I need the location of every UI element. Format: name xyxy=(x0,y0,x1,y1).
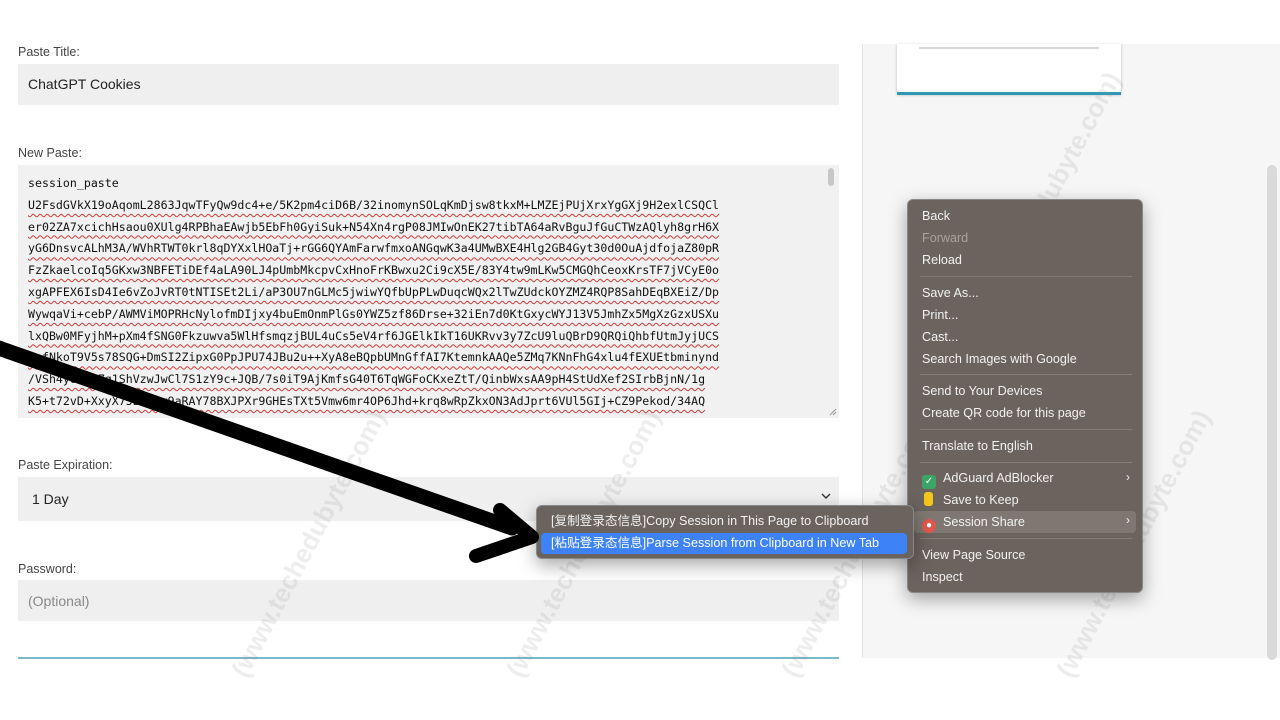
password-input[interactable]: (Optional) xyxy=(18,580,839,621)
menu-item-print[interactable]: Print... xyxy=(922,305,958,325)
menu-item-save-keep[interactable]: Save to Keep xyxy=(922,490,1019,510)
menu-item-copy-session[interactable]: [复制登录态信息]Copy Session in This Page to Cl… xyxy=(551,511,869,531)
menu-item-adguard[interactable]: ✓ AdGuard AdBlocker xyxy=(922,468,1054,489)
paste-title-input[interactable]: ChatGPT Cookies xyxy=(18,64,839,105)
menu-item-reload[interactable]: Reload xyxy=(922,250,962,270)
password-label: Password: xyxy=(18,562,77,576)
resize-handle-icon[interactable] xyxy=(829,408,837,416)
new-paste-label: New Paste: xyxy=(18,146,82,160)
menu-item-send-devices[interactable]: Send to Your Devices xyxy=(922,381,1042,401)
context-menu: Back Forward Reload Save As... Print... … xyxy=(907,199,1143,593)
watermark-text: (www.techedubyte.com) xyxy=(225,404,392,683)
page-scrollbar[interactable] xyxy=(1267,165,1277,660)
paste-title-label: Paste Title: xyxy=(18,45,80,59)
menu-item-cast[interactable]: Cast... xyxy=(922,327,958,347)
paste-line: WywqaVi+cebP/AWMViMOPRHcNylofmDIjxy4buEm… xyxy=(28,306,720,321)
session-share-label: Session Share xyxy=(943,515,1025,529)
paste-line: session_paste xyxy=(28,176,119,190)
scrollbar-thumb[interactable] xyxy=(828,168,834,186)
menu-item-session-share[interactable]: ● Session Share xyxy=(922,512,1025,533)
textarea-scrollbar[interactable] xyxy=(827,166,835,416)
chevron-right-icon: › xyxy=(1126,470,1130,484)
new-paste-textarea[interactable]: session_paste U2FsdGVkX19oAqomL2863JqwTFy… xyxy=(18,165,839,418)
menu-item-forward[interactable]: Forward xyxy=(922,228,968,248)
menu-item-qr-code[interactable]: Create QR code for this page xyxy=(922,403,1086,423)
paste-line: /VSh4yO0JJZq1ShVzwJwCl7S1zY9c+JQB/7s0iT9… xyxy=(28,372,706,387)
paste-line: zafNkoT9V5s78SQG+DmSI2ZipxG0PpJPU74JBu2u… xyxy=(28,350,720,365)
form-divider xyxy=(18,657,839,659)
menu-item-search-images[interactable]: Search Images with Google xyxy=(922,349,1077,369)
paste-line: U2FsdGVkX19oAqomL2863JqwTFyQw9dc4+e/5K2p… xyxy=(28,197,720,212)
adguard-shield-icon: ✓ xyxy=(922,475,936,489)
keep-icon xyxy=(924,492,933,506)
menu-item-view-source[interactable]: View Page Source xyxy=(922,545,1025,565)
save-keep-label: Save to Keep xyxy=(943,493,1019,507)
paste-line: xgAPFEX6IsD4Ie6vZoJvRT0tNTISEt2Li/aP3OU7… xyxy=(28,284,720,299)
sidebar-card xyxy=(897,44,1121,94)
session-share-submenu: [复制登录态信息]Copy Session in This Page to Cl… xyxy=(536,505,914,559)
session-share-icon: ● xyxy=(922,519,936,533)
paste-line: er02ZA7xcichHsaou0XUlg4RPBhaEAwjb5EbFh0G… xyxy=(28,219,720,234)
menu-item-parse-session[interactable]: [粘贴登录态信息]Parse Session from Clipboard in… xyxy=(551,533,879,553)
menu-separator xyxy=(920,538,1132,539)
expiration-value: 1 Day xyxy=(32,491,69,507)
paste-line: FzZkaelcoIq5GKxw3NBFETiDEf4aLA90LJ4pUmbM… xyxy=(28,263,720,278)
menu-item-back[interactable]: Back xyxy=(922,206,950,226)
chevron-down-icon xyxy=(821,493,831,499)
card-divider xyxy=(919,47,1099,49)
menu-separator xyxy=(920,429,1132,430)
menu-separator xyxy=(920,276,1132,277)
paste-line: lxQBw0MFyjhM+pXm4fSNG0Fkzuwva5WlHfsmqzjB… xyxy=(28,328,720,343)
paste-line: K5+t72vD+XxyX75BXSwy9aRAY78BXJPXr9GHEsTX… xyxy=(28,393,706,408)
chevron-right-icon: › xyxy=(1126,513,1130,527)
menu-item-inspect[interactable]: Inspect xyxy=(922,567,963,587)
menu-item-save-as[interactable]: Save As... xyxy=(922,283,979,303)
paste-expiration-label: Paste Expiration: xyxy=(18,458,113,472)
menu-separator xyxy=(920,374,1132,375)
menu-item-translate[interactable]: Translate to English xyxy=(922,436,1033,456)
menu-separator xyxy=(920,462,1132,463)
adguard-label: AdGuard AdBlocker xyxy=(943,471,1054,485)
paste-line: yG6DnsvcALhM3A/WVhRTWT0krl8qDYXxlHOaTj+r… xyxy=(28,241,720,256)
